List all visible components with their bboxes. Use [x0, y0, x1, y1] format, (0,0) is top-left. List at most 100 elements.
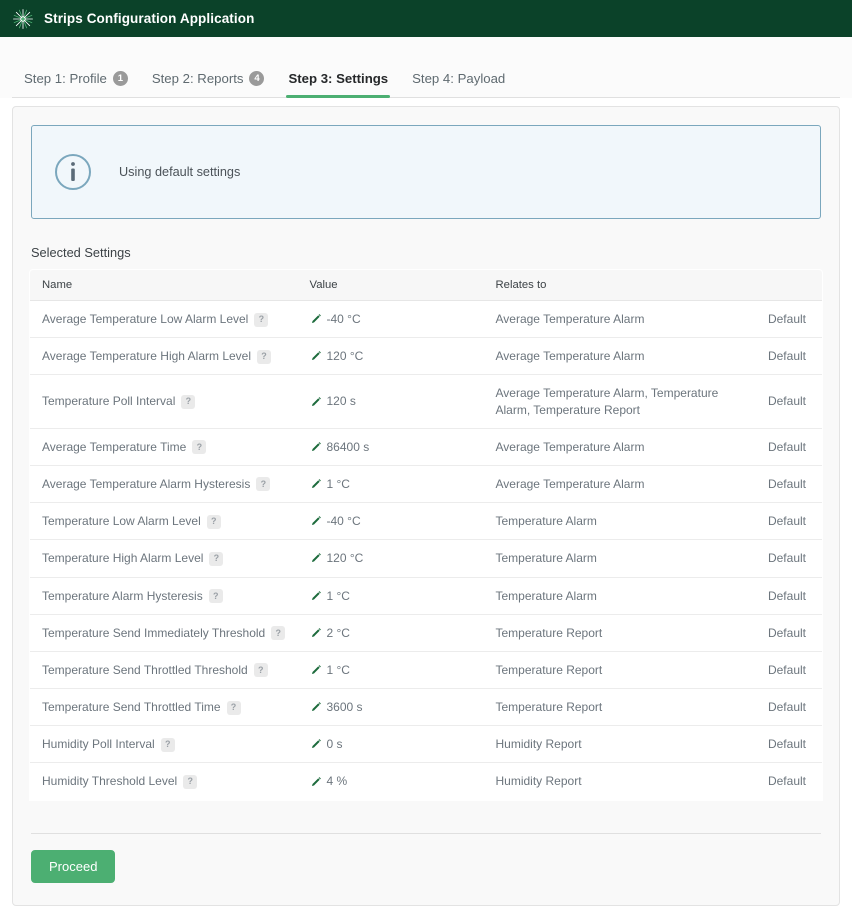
help-icon[interactable]: ? [257, 349, 272, 364]
pencil-icon[interactable] [310, 664, 322, 676]
setting-value-label: 120 °C [326, 551, 364, 566]
pencil-icon[interactable] [310, 701, 322, 713]
cell-setting-name: Temperature Send Throttled Threshold? [30, 651, 298, 690]
table-row: Average Temperature Time? 86400 s Average … [30, 428, 822, 466]
setting-name-label: Temperature Alarm Hysteresis [42, 588, 203, 603]
column-header-value: Value [297, 269, 484, 301]
pencil-icon[interactable] [310, 350, 322, 362]
table-row: Temperature Low Alarm Level? -40 °C Temper… [30, 502, 822, 541]
column-header-source [730, 269, 822, 301]
cell-relates-to: Average Temperature Alarm [483, 428, 731, 466]
cell-setting-name: Temperature Poll Interval? [30, 374, 298, 429]
pencil-icon[interactable] [310, 552, 322, 564]
cell-setting-name: Temperature Low Alarm Level? [30, 502, 298, 541]
table-row: Humidity Poll Interval? 0 s Humidity Repor… [30, 725, 822, 764]
help-icon[interactable]: ? [209, 551, 224, 566]
table-row: Average Temperature High Alarm Level? 120… [30, 337, 822, 376]
setting-value-label: 1 °C [326, 588, 350, 603]
tab-label: Step 1: Profile [24, 71, 107, 86]
cell-source: Default [730, 614, 822, 652]
settings-card: Using default settings Selected Settings… [12, 106, 840, 906]
cell-setting-name: Average Temperature Low Alarm Level? [30, 300, 298, 339]
cell-relates-to: Average Temperature Alarm [483, 337, 731, 376]
cell-setting-name: Temperature Send Throttled Time? [30, 688, 298, 727]
cell-relates-to: Temperature Report [483, 688, 731, 727]
setting-value-label: 0 s [326, 737, 343, 752]
pencil-icon[interactable] [310, 776, 322, 788]
cell-source: Default [730, 651, 822, 690]
tab-step-4-payload[interactable]: Step 4: Payload [400, 71, 517, 98]
setting-name-label: Average Temperature Low Alarm Level [42, 312, 249, 326]
column-header-relates-to: Relates to [483, 269, 731, 301]
info-banner-message: Using default settings [119, 165, 241, 179]
table-row: Average Temperature Low Alarm Level? -40 … [30, 300, 822, 339]
cell-source: Default [730, 762, 822, 800]
setting-name-label: Temperature Send Throttled Threshold [42, 662, 248, 677]
pencil-icon[interactable] [310, 478, 322, 490]
help-icon[interactable]: ? [160, 737, 175, 752]
help-icon[interactable]: ? [226, 700, 241, 715]
help-icon[interactable]: ? [183, 774, 198, 789]
setting-name-label: Temperature Low Alarm Level [42, 514, 201, 529]
help-icon[interactable]: ? [254, 312, 269, 327]
cell-setting-value: 3600 s [297, 688, 484, 727]
help-icon[interactable]: ? [253, 663, 268, 678]
tab-label: Step 2: Reports [151, 71, 244, 86]
setting-value-label: -40 °C [326, 514, 361, 529]
cell-source: Default [730, 725, 822, 764]
cell-setting-value: 120 °C [297, 337, 484, 376]
footer-divider [31, 832, 821, 834]
cell-relates-to: Temperature Report [483, 651, 731, 690]
cell-setting-name: Temperature Alarm Hysteresis? [30, 577, 298, 615]
pencil-icon[interactable] [310, 313, 322, 325]
sunburst-logo-icon [13, 8, 33, 29]
cell-setting-value: 120 s [297, 374, 484, 429]
cell-source: Default [730, 300, 822, 339]
cell-source: Default [730, 539, 822, 578]
cell-source: Default [730, 465, 822, 504]
tab-step-2-reports[interactable]: Step 2: Reports 4 [140, 71, 277, 98]
table-row: Temperature Alarm Hysteresis? 1 °C Tempera… [30, 577, 822, 615]
setting-value-label: 1 °C [326, 476, 350, 491]
cell-source: Default [730, 502, 822, 541]
cell-setting-name: Humidity Poll Interval? [30, 725, 298, 764]
pencil-icon[interactable] [310, 441, 322, 453]
cell-setting-name: Humidity Threshold Level? [30, 762, 298, 800]
pencil-icon[interactable] [310, 396, 322, 408]
help-icon[interactable]: ? [192, 440, 207, 455]
table-body: Average Temperature Low Alarm Level? -40 … [30, 300, 822, 800]
proceed-button[interactable]: Proceed [31, 849, 116, 883]
pencil-icon[interactable] [310, 590, 322, 602]
setting-name-label: Temperature Poll Interval [42, 394, 176, 409]
cell-relates-to: Average Temperature Alarm [483, 465, 731, 504]
cell-setting-name: Average Temperature Time? [30, 428, 298, 466]
cell-setting-value: 86400 s [297, 428, 484, 466]
cell-setting-value: 4 % [297, 762, 484, 800]
pencil-icon[interactable] [310, 515, 322, 527]
cell-setting-name: Temperature High Alarm Level? [30, 539, 298, 578]
cell-setting-name: Average Temperature Alarm Hysteresis? [30, 465, 298, 504]
tab-badge-count: 4 [249, 71, 265, 86]
setting-value-label: 4 % [326, 774, 348, 789]
help-icon[interactable]: ? [181, 394, 196, 409]
tab-step-3-settings[interactable]: Step 3: Settings [276, 71, 400, 98]
tab-step-1-profile[interactable]: Step 1: Profile 1 [12, 71, 140, 98]
help-icon[interactable]: ? [206, 514, 221, 529]
help-icon[interactable]: ? [256, 477, 271, 492]
cell-relates-to: Temperature Report [483, 614, 731, 652]
table-row: Temperature Send Throttled Threshold? 1 °… [30, 651, 822, 690]
pencil-icon[interactable] [310, 738, 322, 750]
cell-setting-value: -40 °C [297, 502, 484, 541]
setting-name-label: Average Temperature Alarm Hysteresis [42, 476, 251, 491]
pencil-icon[interactable] [310, 627, 322, 639]
tab-badge-count: 1 [112, 71, 128, 86]
setting-value-label: 120 s [326, 394, 356, 409]
cell-setting-value: 1 °C [297, 577, 484, 615]
tab-label: Step 3: Settings [288, 71, 389, 86]
cell-setting-value: 0 s [297, 725, 484, 764]
help-icon[interactable]: ? [208, 589, 223, 603]
info-circle-icon [55, 154, 91, 190]
setting-value-label: 1 °C [326, 662, 350, 677]
help-icon[interactable]: ? [271, 626, 286, 641]
cell-setting-name: Average Temperature High Alarm Level? [30, 337, 298, 376]
